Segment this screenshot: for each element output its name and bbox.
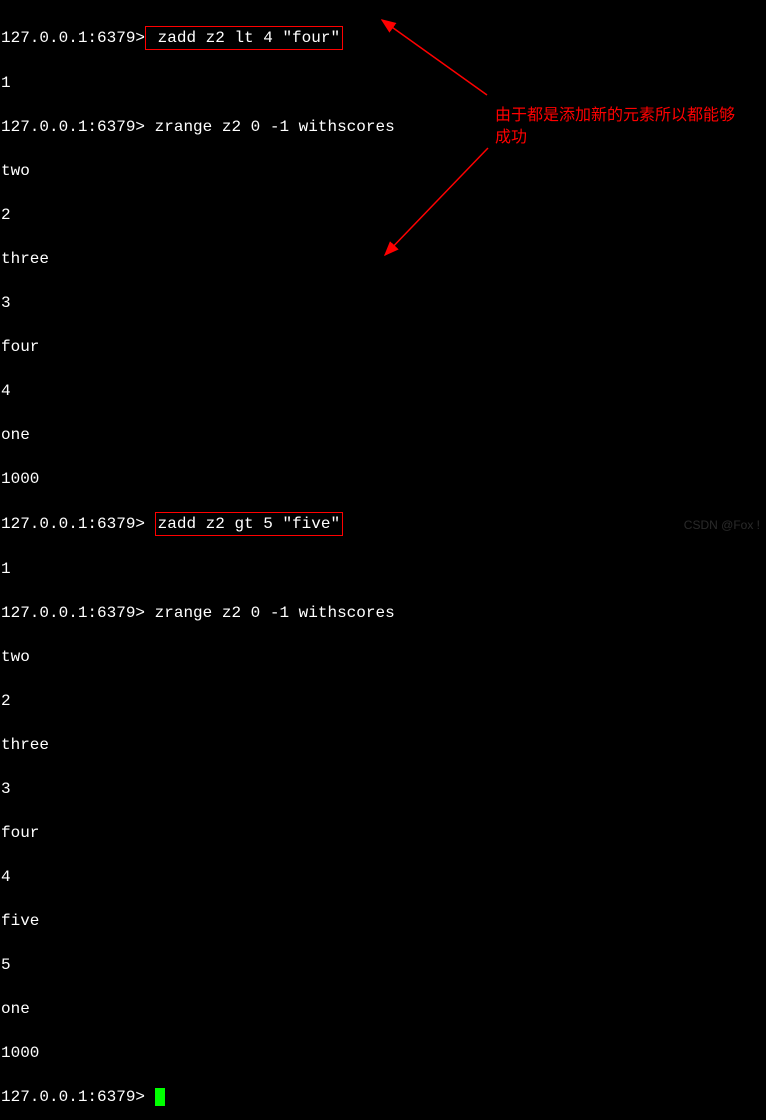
output-line: one bbox=[1, 424, 765, 446]
prompt: 127.0.0.1:6379> bbox=[1, 29, 145, 47]
output-line: 4 bbox=[1, 866, 765, 888]
output-line: four bbox=[1, 336, 765, 358]
output-line: 2 bbox=[1, 204, 765, 226]
command-line-1: 127.0.0.1:6379> zadd z2 lt 4 "four" bbox=[1, 26, 765, 50]
output-line: two bbox=[1, 160, 765, 182]
output-line: three bbox=[1, 734, 765, 756]
annotation-line1: 由于都是添加新的元素所以都能够 bbox=[495, 105, 755, 127]
output-line: 4 bbox=[1, 380, 765, 402]
command-line-4: 127.0.0.1:6379> zrange z2 0 -1 withscore… bbox=[1, 602, 765, 624]
output-line: 3 bbox=[1, 778, 765, 800]
prompt: 127.0.0.1:6379> bbox=[1, 1088, 145, 1106]
annotation-line2: 成功 bbox=[495, 127, 755, 149]
output-line: 3 bbox=[1, 292, 765, 314]
output-line: 2 bbox=[1, 690, 765, 712]
cursor bbox=[155, 1088, 165, 1106]
terminal[interactable]: 127.0.0.1:6379> zadd z2 lt 4 "four" 1 12… bbox=[0, 0, 766, 1120]
output-line: one bbox=[1, 998, 765, 1020]
output-line: four bbox=[1, 822, 765, 844]
command-line-3: 127.0.0.1:6379> zadd z2 gt 5 "five" bbox=[1, 512, 765, 536]
highlighted-command-1: zadd z2 lt 4 "four" bbox=[145, 26, 343, 50]
command-text: zrange z2 0 -1 withscores bbox=[145, 604, 395, 622]
highlighted-command-2: zadd z2 gt 5 "five" bbox=[155, 512, 343, 536]
prompt: 127.0.0.1:6379> bbox=[1, 604, 145, 622]
output-line: 1000 bbox=[1, 468, 765, 490]
output-line: two bbox=[1, 646, 765, 668]
watermark: CSDN @Fox ! bbox=[684, 514, 760, 536]
prompt-line[interactable]: 127.0.0.1:6379> bbox=[1, 1086, 765, 1108]
output-line: 1 bbox=[1, 558, 765, 580]
prompt: 127.0.0.1:6379> bbox=[1, 515, 145, 533]
output-line: three bbox=[1, 248, 765, 270]
output-line: 1 bbox=[1, 72, 765, 94]
command-text: zrange z2 0 -1 withscores bbox=[145, 118, 395, 136]
output-line: 1000 bbox=[1, 1042, 765, 1064]
output-line: five bbox=[1, 910, 765, 932]
output-line: 5 bbox=[1, 954, 765, 976]
annotation-text: 由于都是添加新的元素所以都能够 成功 bbox=[495, 105, 755, 149]
prompt: 127.0.0.1:6379> bbox=[1, 118, 145, 136]
command-pre bbox=[145, 515, 155, 533]
